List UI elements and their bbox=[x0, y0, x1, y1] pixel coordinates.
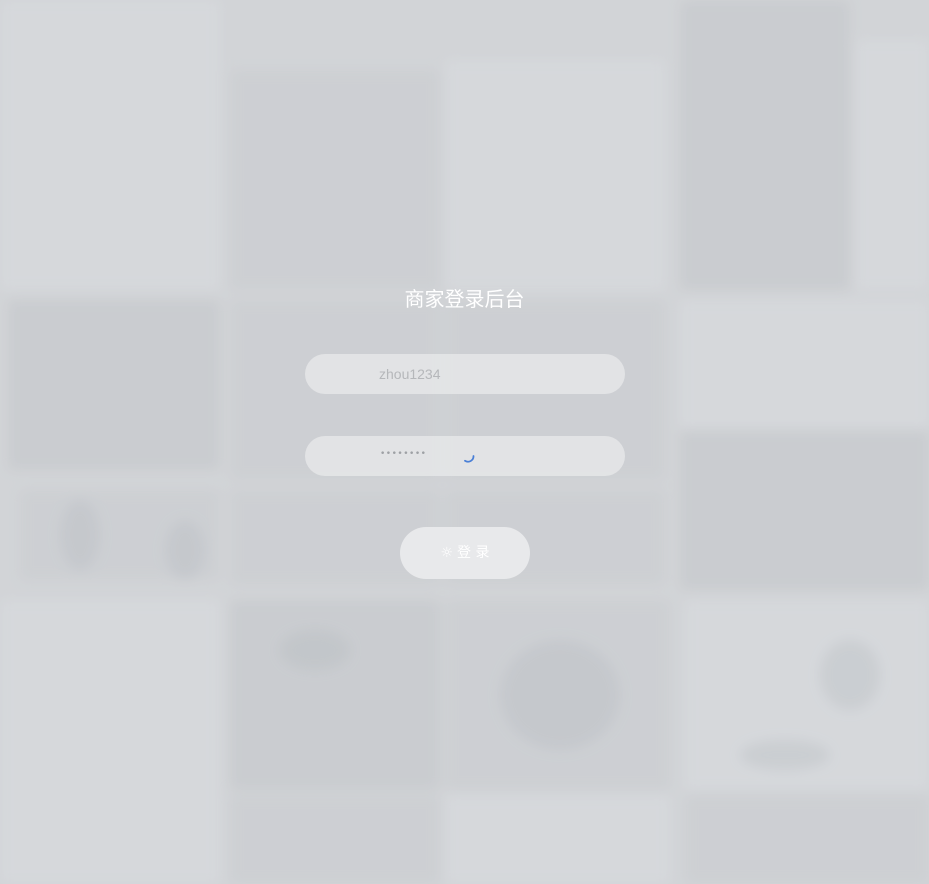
username-field[interactable] bbox=[305, 354, 625, 394]
password-field[interactable]: •••••••• bbox=[305, 436, 625, 476]
username-input[interactable] bbox=[379, 354, 559, 394]
login-button-label: 登 录 bbox=[457, 545, 490, 561]
gear-icon: ☼ bbox=[440, 545, 454, 561]
loading-spinner-icon bbox=[464, 455, 475, 463]
password-input[interactable]: •••••••• bbox=[380, 449, 426, 459]
login-form: 商家登录后台 •••••••• ☼登 录 bbox=[0, 0, 929, 884]
page-title: 商家登录后台 bbox=[404, 287, 525, 311]
login-button[interactable]: ☼ 登 录 bbox=[400, 527, 530, 579]
